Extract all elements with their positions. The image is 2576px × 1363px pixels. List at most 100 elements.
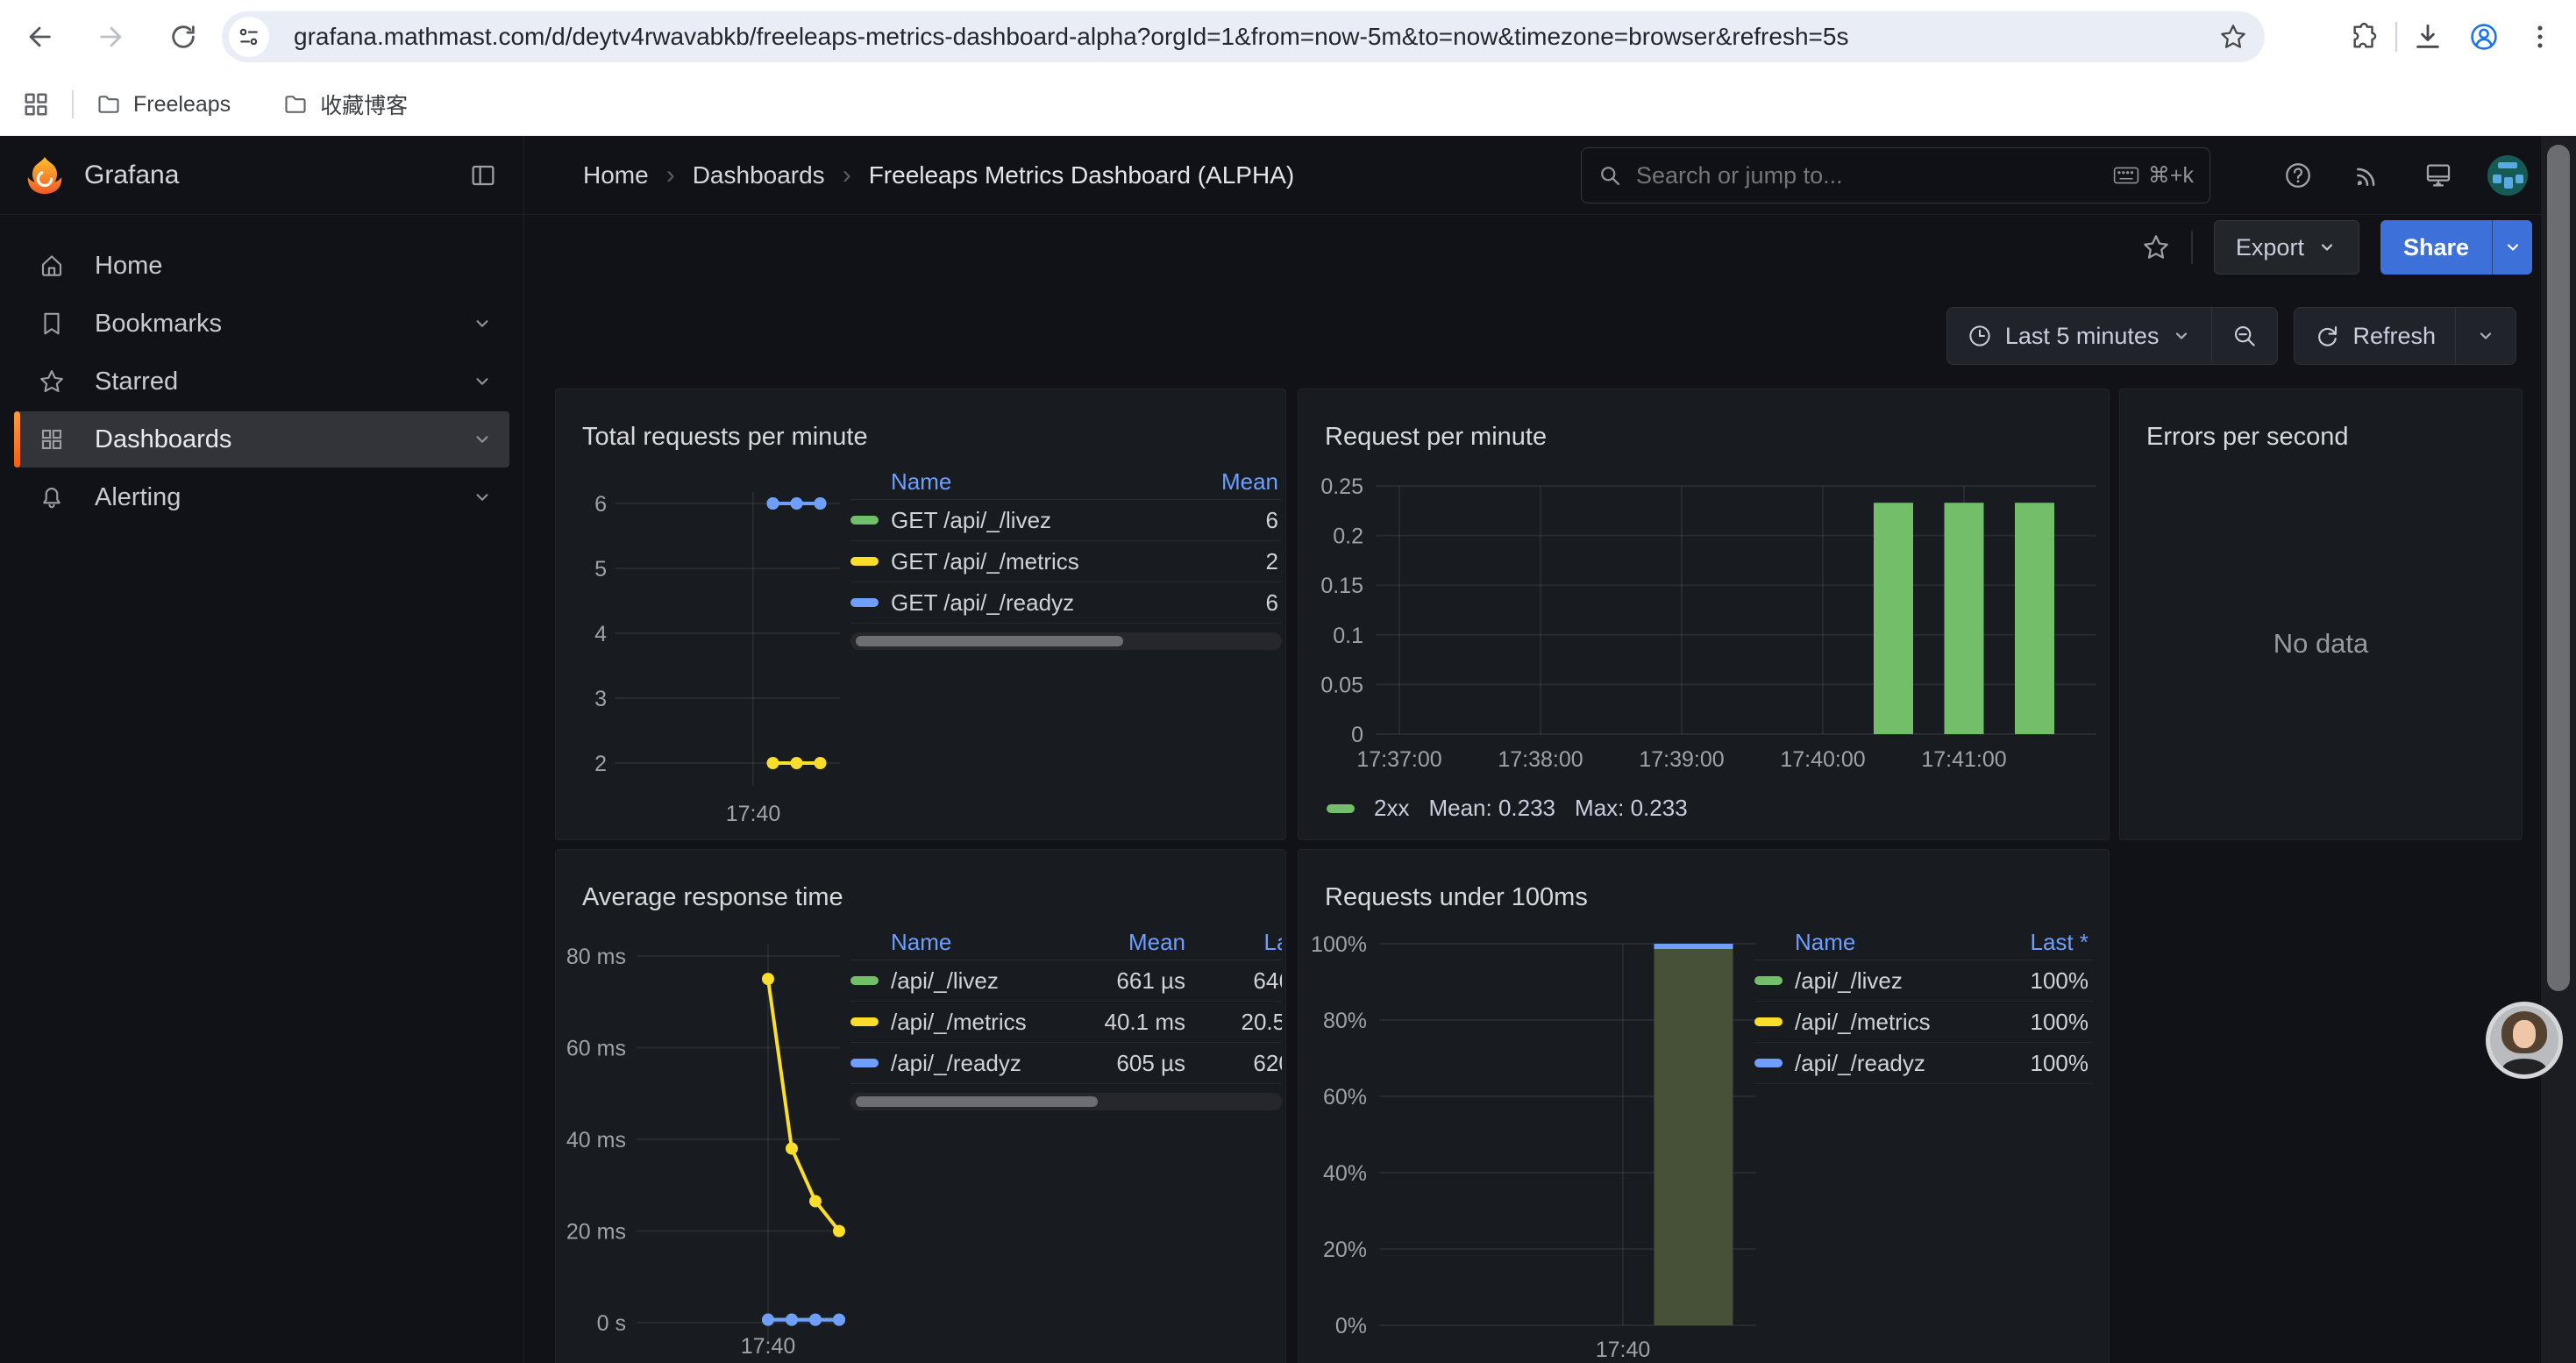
- legend-row[interactable]: /api/_/livez661 µs646 µs: [850, 960, 1282, 1002]
- favorite-star-icon[interactable]: [2142, 233, 2170, 261]
- zoom-out-icon: [2231, 323, 2258, 349]
- svg-text:17:40: 17:40: [741, 1334, 796, 1359]
- monitor-icon[interactable]: [2423, 161, 2453, 190]
- user-avatar[interactable]: [2487, 155, 2528, 196]
- series-color-pill: [850, 557, 879, 566]
- bookmark-icon: [39, 310, 65, 337]
- legend-row[interactable]: /api/_/readyz100%: [1754, 1043, 2092, 1084]
- main-area: Home Dashboards Freeleaps Metrics Dashbo…: [524, 136, 2576, 1363]
- chevron-down-icon[interactable]: [471, 486, 494, 509]
- bookmark-folder-label: Freeleaps: [133, 92, 231, 118]
- extensions-icon[interactable]: [2350, 22, 2380, 52]
- svg-text:20%: 20%: [1323, 1238, 1367, 1262]
- panel-average-response-time[interactable]: Average response time 80 ms60 ms40 ms20 …: [555, 849, 1286, 1363]
- chevron-down-icon[interactable]: [471, 370, 494, 393]
- legend-row[interactable]: GET /api/_/livez6: [850, 500, 1282, 541]
- series-color-pill: [1754, 976, 1783, 985]
- reload-icon[interactable]: [168, 22, 198, 52]
- brand-name: Grafana: [84, 161, 469, 190]
- back-icon[interactable]: [25, 22, 54, 52]
- series-name: /api/_/livez: [891, 967, 1084, 995]
- share-button[interactable]: Share: [2380, 220, 2492, 275]
- chevron-down-icon[interactable]: [471, 312, 494, 335]
- menu-kebab-icon[interactable]: [2525, 22, 2555, 52]
- svg-text:20 ms: 20 ms: [566, 1220, 626, 1245]
- breadcrumb-home[interactable]: Home: [583, 161, 649, 189]
- legend-scrollbar-thumb[interactable]: [856, 636, 1123, 646]
- time-controls: Last 5 minutes: [1946, 307, 2516, 365]
- svg-text:0.1: 0.1: [1333, 624, 1363, 648]
- profile-icon[interactable]: [2469, 22, 2499, 52]
- alerting-bell-icon: [39, 484, 65, 510]
- panel-request-per-minute[interactable]: Request per minute 0.250.20.150.10.05017…: [1298, 389, 2110, 840]
- legend-header: NameMean: [850, 465, 1282, 500]
- toolbar-divider: [2395, 22, 2397, 52]
- sidebar-item-label: Alerting: [95, 483, 471, 512]
- sidebar-item-alerting[interactable]: Alerting: [14, 469, 509, 525]
- bookmark-star-icon[interactable]: [2219, 23, 2247, 51]
- legend-row[interactable]: /api/_/livez100%: [1754, 960, 2092, 1002]
- floating-avatar[interactable]: [2490, 1006, 2558, 1074]
- series-name: GET /api/_/readyz: [891, 589, 1142, 617]
- search-input[interactable]: [1634, 161, 2113, 190]
- dock-menu-icon[interactable]: [469, 161, 497, 189]
- bookmark-folder-blogs[interactable]: 收藏博客: [283, 89, 408, 120]
- legend-row[interactable]: /api/_/readyz605 µs620 µs: [850, 1043, 1282, 1084]
- legend-scrollbar-thumb[interactable]: [856, 1096, 1098, 1107]
- help-icon[interactable]: [2283, 161, 2313, 190]
- url-input[interactable]: [292, 22, 2219, 52]
- refresh-interval-button[interactable]: [2455, 308, 2516, 364]
- svg-text:60%: 60%: [1323, 1085, 1367, 1110]
- refresh-button[interactable]: Refresh: [2295, 308, 2455, 364]
- series-color-pill: [850, 1017, 879, 1026]
- series-color-pill: [1327, 804, 1355, 813]
- sidebar-item-starred[interactable]: Starred: [14, 353, 509, 410]
- series-name: /api/_/readyz: [891, 1050, 1084, 1077]
- search-box[interactable]: ⌘+k: [1581, 147, 2210, 203]
- panel-errors-per-second[interactable]: Errors per second No data: [2119, 389, 2523, 840]
- page-scrollbar[interactable]: [2541, 136, 2576, 1363]
- svg-text:17:39:00: 17:39:00: [1639, 747, 1724, 772]
- legend-row[interactable]: /api/_/metrics100%: [1754, 1002, 2092, 1043]
- legend-table: NameMeanLast */api/_/livez661 µs646 µs/a…: [850, 925, 1282, 1110]
- tune-icon[interactable]: [229, 17, 269, 57]
- page-scrollbar-thumb[interactable]: [2547, 145, 2570, 991]
- sidebar-item-dashboards[interactable]: Dashboards: [14, 411, 509, 467]
- forward-icon[interactable]: [96, 22, 126, 52]
- legend-row[interactable]: /api/_/metrics40.1 ms20.5 ms: [850, 1002, 1282, 1043]
- svg-text:17:40: 17:40: [726, 802, 781, 826]
- time-range-picker[interactable]: Last 5 minutes: [1947, 308, 2212, 364]
- legend-scrollbar[interactable]: [850, 1093, 1282, 1110]
- sidebar-item-home[interactable]: Home: [14, 238, 509, 294]
- bookmark-folder-freeleaps[interactable]: Freeleaps: [96, 92, 231, 118]
- panel-total-requests-per-minute[interactable]: Total requests per minute 6543217:40 Nam…: [555, 389, 1286, 840]
- avatar-face: [2513, 1020, 2536, 1048]
- sidebar-item-bookmarks[interactable]: Bookmarks: [14, 296, 509, 352]
- download-icon[interactable]: [2413, 22, 2443, 52]
- series-color-pill: [1754, 1059, 1783, 1067]
- svg-text:0%: 0%: [1335, 1314, 1367, 1338]
- address-bar[interactable]: [222, 11, 2265, 62]
- legend-row[interactable]: GET /api/_/metrics2: [850, 541, 1282, 582]
- grafana-logo[interactable]: [25, 155, 65, 196]
- legend-scrollbar[interactable]: [850, 632, 1282, 650]
- chevron-down-icon[interactable]: [471, 428, 494, 451]
- grafana-app: Grafana Home Bookmarks: [0, 136, 2576, 1363]
- export-button[interactable]: Export: [2214, 220, 2359, 275]
- legend-line[interactable]: 2xx Mean: 0.233 Max: 0.233: [1327, 795, 1688, 822]
- zoom-out-button[interactable]: [2211, 308, 2277, 364]
- breadcrumb-dashboards[interactable]: Dashboards: [693, 161, 825, 189]
- apps-grid-icon[interactable]: [23, 91, 49, 118]
- legend-table: NameMeanGET /api/_/livez6GET /api/_/metr…: [850, 465, 1282, 650]
- legend-col-header: Last *: [1189, 929, 1282, 956]
- panel-requests-under-100ms[interactable]: Requests under 100ms 100%80%60%40%20%0%1…: [1298, 849, 2110, 1363]
- share-menu-button[interactable]: [2492, 220, 2532, 275]
- rss-icon[interactable]: [2352, 161, 2382, 190]
- legend-row[interactable]: GET /api/_/readyz6: [850, 582, 1282, 624]
- legend-value: 100%: [1996, 1009, 2092, 1036]
- panel-title[interactable]: Errors per second: [2146, 423, 2349, 452]
- legend-value: 661 µs: [1084, 967, 1189, 995]
- bookmark-folder-label: 收藏博客: [320, 89, 408, 120]
- browser-toolbar: [0, 0, 2576, 74]
- chevron-down-icon: [2475, 325, 2496, 346]
